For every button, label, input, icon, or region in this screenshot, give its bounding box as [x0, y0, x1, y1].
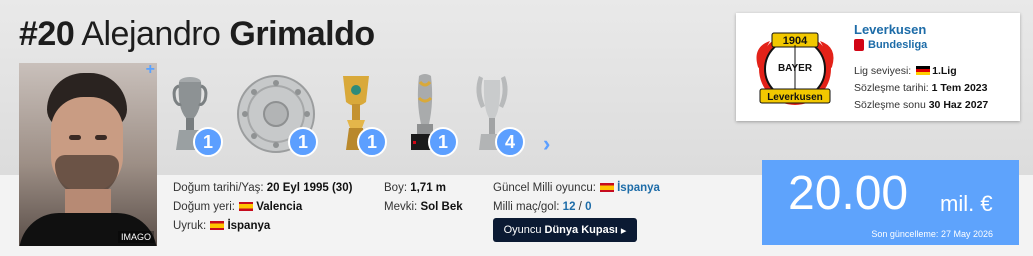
market-value-amount: 20.00: [788, 167, 909, 220]
contract-end-row: Sözleşme sonu 30 Haz 2027: [854, 99, 989, 111]
caps-link[interactable]: 12: [563, 201, 576, 213]
trophy-count-badge: 4: [495, 127, 525, 157]
germany-flag-icon: [916, 66, 931, 75]
club-logo[interactable]: 1904 BAYER Leverkusen: [750, 27, 840, 114]
league-link[interactable]: Bundesliga: [854, 39, 927, 51]
citizenship-row: Uyruk: İspanya: [173, 220, 271, 232]
league-level-row: Lig seviyesi: 1.Lig: [854, 65, 957, 77]
next-trophies-chevron-icon[interactable]: ›: [543, 131, 550, 157]
player-photo[interactable]: + IMAGO: [19, 63, 157, 246]
trophy-count-badge: 1: [193, 127, 223, 157]
club-logo-name: Leverkusen: [767, 92, 823, 103]
goals-link[interactable]: 0: [585, 201, 591, 213]
trophy-count-badge: 1: [428, 127, 458, 157]
bundesliga-icon: [854, 39, 864, 51]
player-title: #20 Alejandro Grimaldo: [19, 14, 375, 54]
trophy-count-badge: 1: [357, 127, 387, 157]
player-first-name: Alejandro: [81, 15, 221, 53]
market-value-updated: Son güncelleme: 27 May 2026: [871, 229, 993, 239]
spain-flag-icon: [210, 221, 225, 230]
birthplace-row: Doğum yeri: Valencia: [173, 201, 303, 213]
national-team-link[interactable]: İspanya: [617, 182, 660, 194]
world-cup-player-button[interactable]: Oyuncu Dünya Kupası ▸: [493, 218, 637, 242]
joined-row: Sözleşme tarihi: 1 Tem 2023: [854, 82, 988, 94]
market-value-unit: mil. €: [940, 191, 993, 216]
birth-row: Doğum tarihi/Yaş: 20 Eyl 1995 (30): [173, 182, 353, 194]
player-last-name: Grimaldo: [229, 15, 375, 53]
market-value-box[interactable]: 20.00 mil. € Son güncelleme: 27 May 2026: [762, 160, 1019, 245]
spain-flag-icon: [600, 183, 615, 192]
photo-credit: IMAGO: [117, 231, 154, 243]
spain-flag-icon: [239, 202, 254, 211]
trophy-count-badge: 1: [288, 127, 318, 157]
add-photo-icon[interactable]: +: [146, 63, 155, 79]
club-card: 1904 BAYER Leverkusen Leverkusen Bundesl…: [736, 13, 1020, 121]
national-team-row: Güncel Milli oyuncu: İspanya: [493, 182, 660, 194]
position-row: Mevki: Sol Bek: [384, 201, 463, 213]
club-name-link[interactable]: Leverkusen: [854, 22, 926, 37]
league-name: Bundesliga: [868, 39, 928, 51]
height-row: Boy: 1,71 m: [384, 182, 447, 194]
caps-row: Milli maç/gol: 12 / 0: [493, 201, 592, 213]
player-number: #20: [19, 15, 75, 53]
